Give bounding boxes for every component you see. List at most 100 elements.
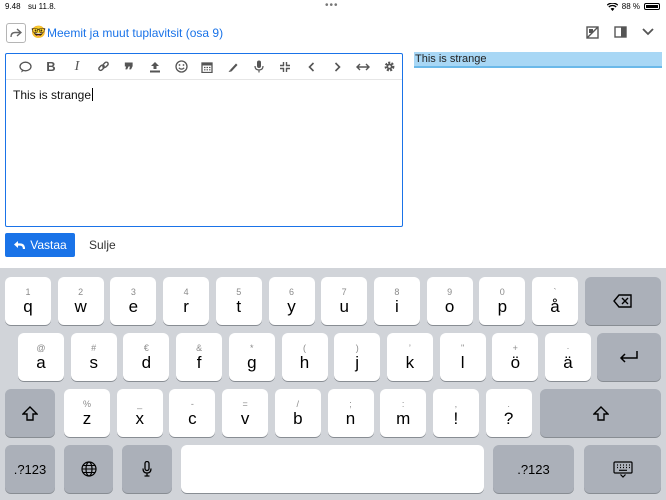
- minimize-icon[interactable]: [272, 61, 298, 73]
- calendar-icon[interactable]: [194, 61, 220, 73]
- key-s[interactable]: # s: [70, 333, 117, 381]
- battery-text: 88 %: [621, 2, 640, 11]
- key-secondary-label: `: [553, 286, 557, 297]
- key-secondary-label: 8: [394, 286, 400, 297]
- key-primary-label: l: [460, 352, 465, 372]
- key-n[interactable]: ; n: [327, 389, 374, 437]
- key-x[interactable]: _ x: [116, 389, 163, 437]
- status-bar: 9.48 su 11.8. ••• 88 %: [0, 0, 666, 14]
- key-ö[interactable]: + ö: [492, 333, 539, 381]
- emoji-icon[interactable]: [168, 60, 194, 73]
- backspace-key[interactable]: [585, 277, 661, 325]
- key-w[interactable]: 2w: [57, 277, 104, 325]
- key-v[interactable]: = v: [222, 389, 269, 437]
- key-f[interactable]: & f: [176, 333, 223, 381]
- key-a[interactable]: @ a: [18, 333, 64, 381]
- shift-icon: [592, 405, 609, 421]
- key-p[interactable]: 0p: [479, 277, 526, 325]
- space-key[interactable]: [181, 445, 484, 493]
- key-l[interactable]: " l: [439, 333, 486, 381]
- key-i[interactable]: 8i: [373, 277, 420, 325]
- key-e[interactable]: 3e: [110, 277, 157, 325]
- horizontal-arrows-icon[interactable]: [350, 63, 376, 71]
- key-secondary-label: 3: [130, 286, 136, 297]
- key-primary-label: a: [36, 352, 46, 372]
- key-b[interactable]: / b: [274, 389, 321, 437]
- numbers-key-right[interactable]: .?123: [493, 445, 574, 493]
- chevron-left-icon[interactable]: [298, 61, 324, 72]
- key-primary-label: ö: [510, 352, 521, 372]
- italic-icon[interactable]: I: [64, 59, 90, 75]
- onscreen-keyboard: 1 q 2 w 3 e 4 r 5 t 6 y 7 u 8 i 9 o 0 p ` å @ a # s € d & f * g(h) j’ k " l…: [0, 268, 666, 500]
- globe-key[interactable]: [64, 445, 113, 493]
- key-å[interactable]: ` å: [532, 277, 578, 325]
- chevron-right-icon[interactable]: [324, 61, 350, 72]
- key-r[interactable]: 4r: [163, 277, 210, 325]
- composer-editor[interactable]: B I ❞ This is strange: [5, 53, 403, 227]
- shift-key-left[interactable]: [5, 389, 55, 437]
- key-primary-label: y: [287, 296, 296, 316]
- gear-icon[interactable]: [376, 60, 402, 73]
- close-button[interactable]: Sulje: [89, 238, 116, 252]
- key-secondary-label: @: [36, 342, 46, 353]
- hide-preview-icon[interactable]: [584, 24, 600, 40]
- key-secondary-label: 7: [341, 286, 347, 297]
- upload-icon[interactable]: [142, 61, 168, 73]
- key-secondary-label: %: [82, 398, 91, 409]
- hide-keyboard-key[interactable]: [584, 445, 661, 493]
- text-caret: [92, 88, 94, 101]
- editor-text[interactable]: This is strange: [13, 88, 94, 102]
- return-key[interactable]: [597, 333, 661, 381]
- key-z[interactable]: % z: [64, 389, 110, 437]
- key-c[interactable]: -c: [169, 389, 216, 437]
- key-secondary-label: 9: [447, 286, 453, 297]
- key-y[interactable]: 6y: [268, 277, 315, 325]
- key-primary-label: z: [82, 408, 92, 428]
- key-ä[interactable]: · ä: [545, 333, 591, 381]
- key-secondary-label: 6: [288, 286, 294, 297]
- microphone-icon[interactable]: [246, 60, 272, 73]
- key-u[interactable]: 7u: [321, 277, 368, 325]
- key-q[interactable]: 1q: [5, 277, 51, 325]
- key-primary-label: t: [236, 296, 242, 316]
- key-exclamation[interactable]: ,!: [432, 389, 479, 437]
- key-primary-label: k: [405, 352, 415, 372]
- quote-icon[interactable]: ❞: [116, 59, 142, 79]
- key-secondary-label: *: [250, 342, 254, 353]
- key-secondary-label: +: [512, 342, 518, 353]
- key-secondary-label: _: [137, 398, 143, 409]
- key-d[interactable]: € d: [123, 333, 170, 381]
- preview-pane: This is strange: [414, 52, 662, 68]
- key-t[interactable]: 5t: [215, 277, 262, 325]
- key-m[interactable]: :m: [380, 389, 427, 437]
- key-h[interactable]: (h: [281, 333, 328, 381]
- side-panel-icon[interactable]: [612, 24, 628, 40]
- dictation-key[interactable]: [122, 445, 172, 493]
- composer-header-actions: [584, 24, 656, 40]
- key-question[interactable]: .?: [485, 389, 532, 437]
- key-secondary-label: ,: [454, 398, 458, 409]
- key-primary-label: q: [23, 296, 33, 316]
- key-j[interactable]: ) j: [334, 333, 381, 381]
- reply-button[interactable]: Vastaa: [5, 233, 75, 257]
- shift-icon: [22, 405, 38, 421]
- link-icon[interactable]: [90, 60, 116, 73]
- key-primary-label: å: [550, 296, 560, 316]
- key-k[interactable]: ’ k: [386, 333, 433, 381]
- collapse-chevron-icon[interactable]: [640, 24, 656, 40]
- highlighter-icon[interactable]: [220, 61, 246, 73]
- key-secondary-label: ;: [349, 398, 352, 409]
- multitasking-dots[interactable]: •••: [325, 0, 339, 11]
- speech-bubble-icon[interactable]: [12, 61, 38, 73]
- key-g[interactable]: * g: [228, 333, 275, 381]
- numbers-key-left[interactable]: .?123: [5, 445, 55, 493]
- backspace-icon: [613, 294, 632, 308]
- key-secondary-label: (: [303, 342, 306, 353]
- reply-arrow-icon[interactable]: [6, 23, 26, 43]
- shift-key-right[interactable]: [540, 389, 661, 437]
- key-o[interactable]: 9o: [426, 277, 473, 325]
- bold-icon[interactable]: B: [38, 59, 64, 74]
- key-secondary-label: 4: [183, 286, 189, 297]
- topic-title-link[interactable]: Meemit ja muut tuplavitsit (osa 9): [47, 26, 223, 40]
- key-primary-label: b: [293, 408, 303, 428]
